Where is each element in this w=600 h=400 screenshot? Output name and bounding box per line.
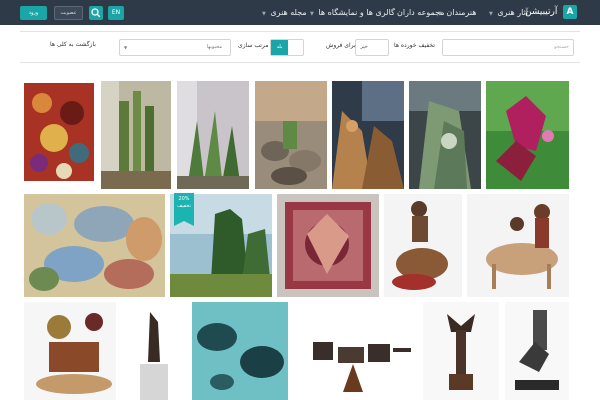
nav-item-artworks[interactable]: آثار هنری ▼	[489, 0, 528, 25]
artwork-7[interactable]	[486, 81, 569, 189]
artwork-4[interactable]	[255, 81, 327, 189]
artwork-2[interactable]	[101, 81, 171, 189]
artwork-image	[423, 302, 499, 400]
chevron-down-icon: ▼	[489, 11, 493, 17]
nav-item-artists[interactable]: هنرمندان ▼	[438, 0, 476, 25]
artwork-17[interactable]	[423, 302, 499, 400]
artwork-8[interactable]	[24, 194, 165, 297]
chevron-down-icon: ▼	[310, 11, 314, 17]
artwork-16[interactable]	[293, 302, 417, 400]
nav-item-label: آثار هنری	[497, 8, 529, 17]
language-switch-button[interactable]: EN	[108, 6, 124, 20]
nav-item-label: گالری ها و نمایشگاه ها	[318, 8, 395, 17]
chevron-down-icon: ▼	[262, 11, 266, 17]
discount-badge-percent: 20%	[178, 196, 190, 202]
artwork-12[interactable]	[467, 194, 569, 297]
artwork-image	[101, 81, 171, 189]
search-button[interactable]	[89, 6, 103, 20]
search-input[interactable]: جستجو	[442, 39, 574, 56]
artwork-image	[384, 194, 462, 297]
artwork-image	[332, 81, 404, 189]
artwork-15[interactable]	[192, 302, 288, 400]
for-sale-filter-label: برای فروش	[326, 42, 356, 49]
artwork-image	[24, 302, 116, 400]
discounted-filter-label: تخفیف خورده ها	[394, 42, 435, 49]
artwork-image	[255, 81, 327, 189]
nav-item-galleries[interactable]: گالری ها و نمایشگاه ها ▼	[310, 0, 395, 25]
brand-name[interactable]: آرتیبیشن	[525, 0, 557, 25]
artwork-image	[409, 81, 481, 189]
artwork-image	[486, 81, 569, 189]
toggle-option-no[interactable]: خیر	[356, 40, 372, 55]
nav-item-magazine[interactable]: مجله هنری ▼	[262, 0, 307, 25]
artwork-3[interactable]	[177, 81, 249, 189]
reset-filters-link[interactable]: بازگشت به کلی ها	[50, 41, 96, 48]
filter-bar: جستجو تخفیف خورده ها خیر برای فروش بله م…	[20, 31, 580, 63]
register-button[interactable]: عضویت	[54, 6, 83, 20]
artwork-image	[24, 83, 94, 181]
discounted-toggle[interactable]: خیر	[355, 39, 389, 56]
sort-label: مرتب سازی	[238, 42, 269, 49]
artwork-image	[122, 302, 187, 400]
sort-selected-value: محبوبها	[206, 44, 222, 50]
artwork-5[interactable]	[332, 81, 404, 189]
artwork-10[interactable]	[277, 194, 379, 297]
sort-select[interactable]: ▼ محبوبها	[119, 39, 231, 56]
search-icon	[91, 8, 101, 18]
artwork-image	[467, 194, 569, 297]
artwork-1[interactable]	[24, 83, 94, 181]
login-button[interactable]: ورود	[20, 6, 47, 20]
artwork-image	[293, 302, 417, 400]
nav-item-label: مجله هنری	[270, 8, 307, 17]
toggle-option-yes[interactable]: بله	[271, 40, 288, 55]
artwork-18[interactable]	[505, 302, 569, 400]
discount-badge-text: تخفیف	[177, 203, 191, 209]
artwork-image	[24, 194, 165, 297]
artwork-image	[177, 81, 249, 189]
artwork-6[interactable]	[409, 81, 481, 189]
chevron-down-icon: ▼	[124, 45, 128, 50]
artwork-14[interactable]	[122, 302, 187, 400]
artwork-13[interactable]	[24, 302, 116, 400]
artwork-11[interactable]	[384, 194, 462, 297]
nav-item-label: هنرمندان	[446, 8, 477, 17]
logo-icon[interactable]: A	[563, 5, 577, 19]
top-navbar: ورود عضویت EN مجله هنری ▼ گالری ها و نما…	[0, 0, 600, 25]
for-sale-toggle[interactable]: بله	[270, 39, 304, 56]
artwork-image	[505, 302, 569, 400]
chevron-down-icon: ▼	[438, 11, 442, 17]
discount-badge: 20% تخفیف	[174, 193, 194, 226]
artwork-image	[277, 194, 379, 297]
artwork-image	[192, 302, 288, 400]
